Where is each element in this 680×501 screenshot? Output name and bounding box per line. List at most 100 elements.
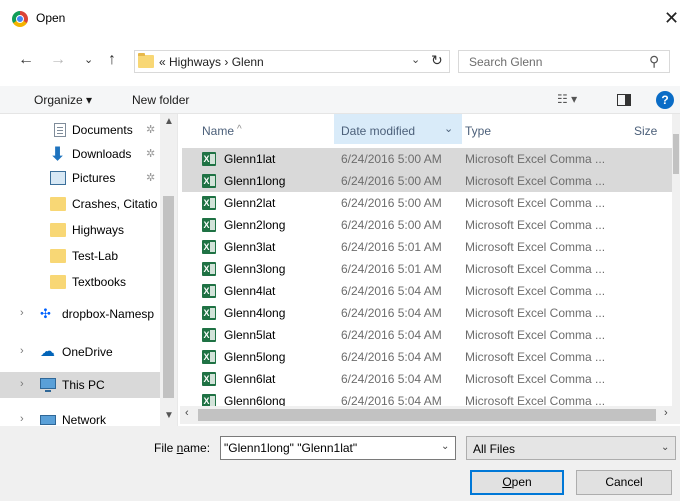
search-input[interactable]: Search Glenn ⚲ [458,50,670,73]
pin-icon[interactable]: ✲ [146,171,155,184]
chevron-down-icon[interactable]: ⌄ [661,442,669,453]
file-type-filter[interactable]: All Files ⌄ [466,436,676,460]
column-header-type[interactable]: Type [462,114,622,144]
window-title: Open [36,11,66,25]
open-button[interactable]: Open [470,470,564,495]
sidebar-item-label: Crashes, Citatio [72,197,158,211]
expand-chevron-icon[interactable]: › [20,345,24,357]
preview-pane-icon[interactable] [617,94,631,106]
pin-icon[interactable]: ✲ [146,123,155,136]
label-text: ame: [183,441,211,455]
file-list-vertical-scrollbar[interactable] [672,114,680,406]
file-date: 6/24/2016 5:04 AM [341,350,442,364]
up-icon[interactable]: ↑ [108,50,116,70]
file-name-label: File name: [154,441,210,455]
file-row-glenn6lat[interactable]: Glenn6lat 6/24/2016 5:04 AM Microsoft Ex… [182,368,672,390]
scrollbar-thumb[interactable] [163,196,174,398]
column-header-size[interactable]: Size [622,114,672,144]
file-list-horizontal-scrollbar[interactable]: ‹ › [180,406,680,424]
expand-chevron-icon[interactable]: › [20,413,24,425]
sidebar-item-textbooks[interactable]: Textbooks [0,270,160,294]
sidebar-item-label: Network [62,413,107,426]
file-name: Glenn1long [224,174,286,188]
sidebar-item-dropbox[interactable]: › ✣ dropbox-Namesp [0,302,160,326]
scrollbar-thumb[interactable] [198,409,656,421]
excel-file-icon [202,328,216,342]
sidebar-scrollbar[interactable]: ▲ ▼ [160,114,177,426]
file-row-glenn2long[interactable]: Glenn2long 6/24/2016 5:00 AM Microsoft E… [182,214,672,236]
file-row-glenn1long[interactable]: Glenn1long 6/24/2016 5:00 AM Microsoft E… [182,170,672,192]
recent-locations-icon[interactable]: ⌄ [84,50,93,70]
excel-file-icon [202,350,216,364]
column-dropdown-icon[interactable]: ⌄ [444,122,453,135]
scroll-left-icon[interactable]: ‹ [185,407,189,419]
sidebar-item-documents[interactable]: Documents ✲ [0,118,160,142]
file-type: Microsoft Excel Comma ... [465,196,606,210]
excel-file-icon [202,196,216,210]
expand-chevron-icon[interactable]: › [20,378,24,390]
chevron-down-icon[interactable]: ⌄ [441,441,449,452]
sidebar-item-crashes-citations[interactable]: Crashes, Citatio [0,192,160,216]
file-type: Microsoft Excel Comma ... [465,174,606,188]
excel-file-icon [202,218,216,232]
close-icon[interactable]: ✕ [664,6,680,30]
breadcrumb[interactable]: « Highways › Glenn [159,55,264,69]
new-folder-button[interactable]: New folder [132,93,189,107]
sidebar-item-network[interactable]: › Network [0,408,160,426]
file-name: Glenn3lat [224,240,276,254]
file-date: 6/24/2016 5:00 AM [341,218,442,232]
sidebar-item-onedrive[interactable]: › ☁ OneDrive [0,340,160,364]
scrollbar-thumb[interactable] [673,134,679,174]
sort-ascending-icon: ^ [237,124,242,135]
scroll-down-icon[interactable]: ▼ [164,410,174,421]
file-type: Microsoft Excel Comma ... [465,218,606,232]
folder-icon [138,53,154,68]
address-dropdown-icon[interactable]: ⌄ [411,53,420,66]
search-icon[interactable]: ⚲ [649,53,659,70]
download-icon: ⬇ [50,144,66,164]
file-date: 6/24/2016 5:00 AM [341,174,442,188]
cancel-button[interactable]: Cancel [576,470,672,495]
excel-file-icon [202,306,216,320]
back-icon[interactable]: ← [18,50,34,70]
file-row-glenn4lat[interactable]: Glenn4lat 6/24/2016 5:04 AM Microsoft Ex… [182,280,672,302]
chrome-icon [12,11,28,27]
file-date: 6/24/2016 5:00 AM [341,152,442,166]
column-header-label: Name [202,124,235,138]
sidebar-item-label: Highways [72,223,125,237]
file-type: Microsoft Excel Comma ... [465,328,606,342]
column-header-name[interactable]: Name ^ [184,114,334,144]
dialog-footer: File name: ⌄ All Files ⌄ Open Cancel [0,426,680,501]
forward-icon[interactable]: → [50,50,66,70]
file-row-glenn1lat[interactable]: Glenn1lat 6/24/2016 5:00 AM Microsoft Ex… [182,148,672,170]
file-row-glenn5long[interactable]: Glenn5long 6/24/2016 5:04 AM Microsoft E… [182,346,672,368]
pin-icon[interactable]: ✲ [146,147,155,160]
file-name-field[interactable] [224,440,424,456]
excel-file-icon [202,284,216,298]
folder-icon [50,197,66,211]
file-row-glenn4long[interactable]: Glenn4long 6/24/2016 5:04 AM Microsoft E… [182,302,672,324]
expand-chevron-icon[interactable]: › [20,307,24,319]
column-header-date-modified[interactable]: Date modified ⌄ [334,114,462,144]
navigation-bar: ← → ⌄ ↑ « Highways › Glenn ⌄ ↻ Search Gl… [0,46,680,76]
scroll-right-icon[interactable]: › [664,407,668,419]
help-icon[interactable]: ? [656,91,674,109]
file-row-glenn2lat[interactable]: Glenn2lat 6/24/2016 5:00 AM Microsoft Ex… [182,192,672,214]
organize-button[interactable]: Organize ▾ [34,93,92,107]
file-name: Glenn2lat [224,196,276,210]
sidebar-item-test-lab[interactable]: Test-Lab [0,244,160,268]
address-bar[interactable]: « Highways › Glenn ⌄ ↻ [134,50,450,73]
scroll-up-icon[interactable]: ▲ [164,116,174,127]
file-row-glenn3lat[interactable]: Glenn3lat 6/24/2016 5:01 AM Microsoft Ex… [182,236,672,258]
sidebar-item-pictures[interactable]: Pictures ✲ [0,166,160,190]
sidebar-item-highways[interactable]: Highways [0,218,160,242]
file-row-glenn5lat[interactable]: Glenn5lat 6/24/2016 5:04 AM Microsoft Ex… [182,324,672,346]
file-name-combobox[interactable]: ⌄ [220,436,456,460]
folder-icon [50,223,66,237]
file-row-glenn3long[interactable]: Glenn3long 6/24/2016 5:01 AM Microsoft E… [182,258,672,280]
refresh-icon[interactable]: ↻ [431,52,443,69]
column-header-label: Date modified [341,124,416,138]
sidebar-item-this-pc[interactable]: › This PC [0,372,160,398]
change-view-icon[interactable]: ☷ ▾ [557,92,577,106]
sidebar-item-downloads[interactable]: ⬇ Downloads ✲ [0,142,160,166]
